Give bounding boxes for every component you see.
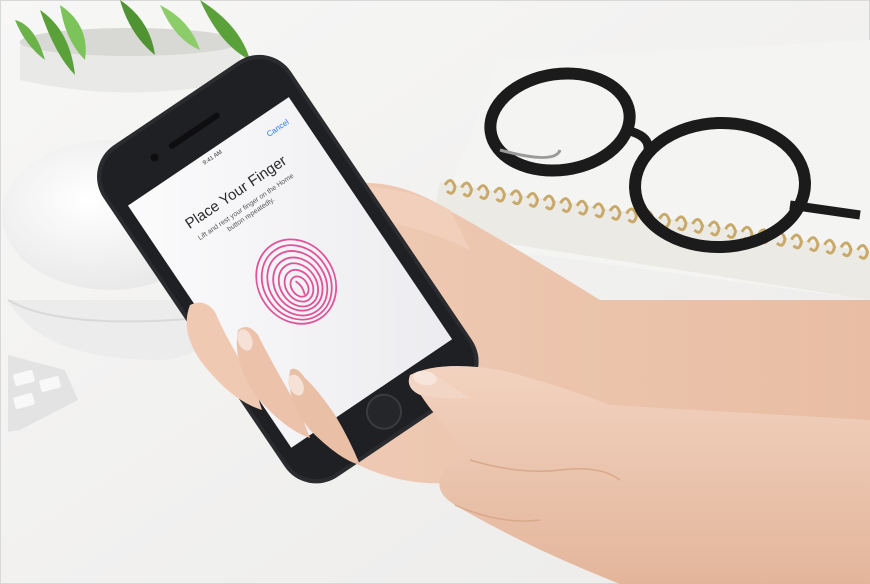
photo-scene: 9:41 AM Cancel Place Your Finger Lift an… (0, 0, 870, 584)
